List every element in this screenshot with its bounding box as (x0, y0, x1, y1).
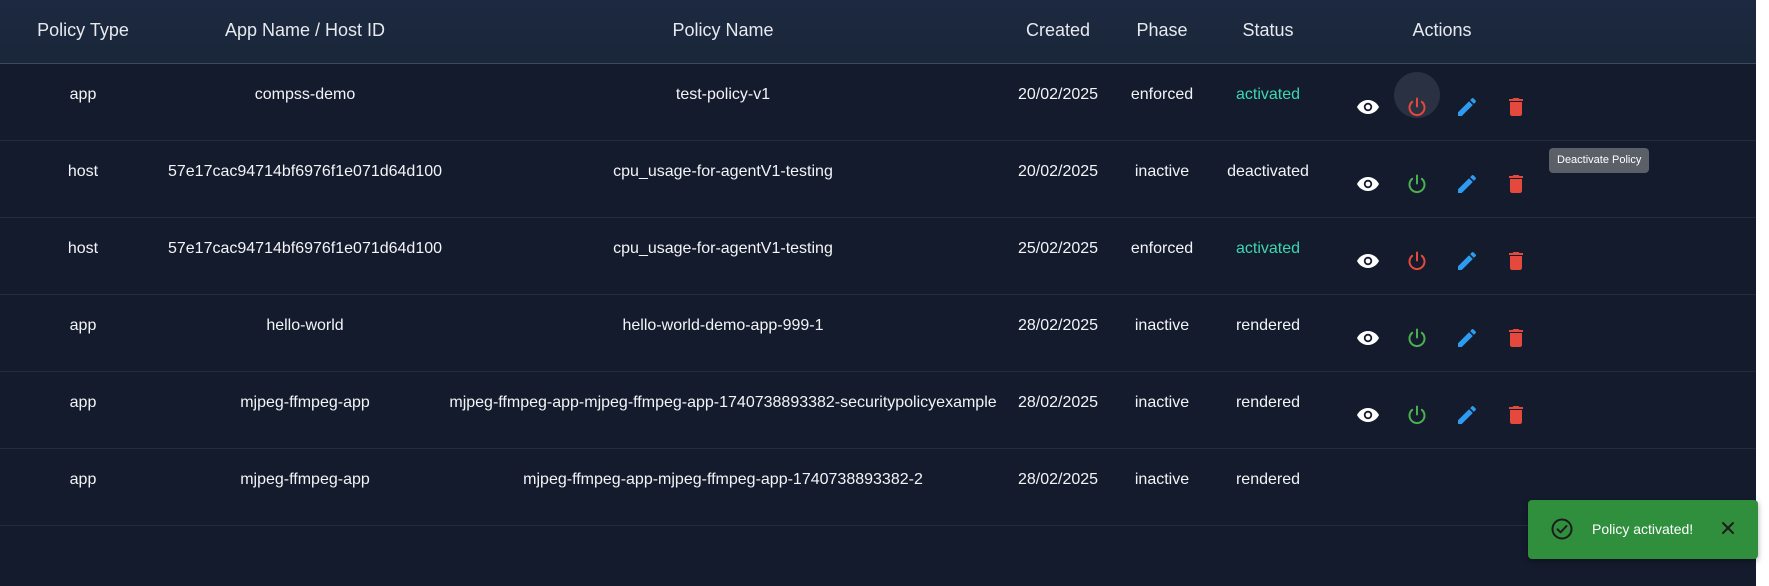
cell-created: 20/02/2025 (1017, 163, 1099, 180)
cell-app-name-host-id: 57e17cac94714bf6976f1e071d64d100 (167, 163, 443, 180)
cell-policy-name: test-policy-v1 (675, 86, 771, 103)
cell-phase: inactive (1134, 394, 1190, 411)
pencil-icon[interactable] (1455, 172, 1479, 196)
cell-status: activated (1235, 240, 1301, 257)
check-circle-icon (1550, 517, 1574, 546)
column-header-phase[interactable]: Phase (1136, 20, 1187, 41)
trash-icon[interactable] (1504, 326, 1528, 350)
cell-policy-type: host (67, 163, 99, 180)
cell-policy-type: app (69, 471, 97, 488)
eye-icon[interactable] (1356, 172, 1380, 196)
cell-phase: enforced (1130, 240, 1194, 257)
cell-phase: inactive (1134, 163, 1190, 180)
pencil-icon[interactable] (1455, 95, 1479, 119)
cell-phase: enforced (1130, 86, 1194, 103)
column-header-policy-type[interactable]: Policy Type (37, 20, 129, 41)
pencil-icon[interactable] (1455, 326, 1479, 350)
cell-status: rendered (1235, 394, 1301, 411)
cell-policy-name: hello-world-demo-app-999-1 (622, 317, 824, 334)
table-row: host 57e17cac94714bf6976f1e071d64d100 cpu_… (0, 218, 1756, 295)
cell-policy-name: mjpeg-ffmpeg-app-mjpeg-ffmpeg-app-174073… (523, 471, 923, 488)
table-row: app hello-world hello-world-demo-app-999-1… (0, 295, 1756, 372)
eye-icon[interactable] (1356, 403, 1380, 427)
cell-created: 28/02/2025 (1017, 317, 1099, 334)
toast-message: Policy activated! (1592, 521, 1694, 537)
cell-phase: inactive (1134, 471, 1190, 488)
cell-app-name-host-id: 57e17cac94714bf6976f1e071d64d100 (167, 240, 443, 257)
table-row: host 57e17cac94714bf6976f1e071d64d100 cpu_… (0, 141, 1756, 218)
cell-app-name-host-id: mjpeg-ffmpeg-app (240, 471, 370, 488)
cell-app-name-host-id: hello-world (266, 317, 344, 334)
close-icon[interactable] (1720, 520, 1736, 541)
cell-policy-name: mjpeg-ffmpeg-app-mjpeg-ffmpeg-app-174073… (449, 394, 997, 411)
table-row: app mjpeg-ffmpeg-app mjpeg-ffmpeg-app-mjpe… (0, 449, 1756, 526)
cell-status: deactivated (1227, 163, 1309, 180)
pencil-icon[interactable] (1455, 249, 1479, 273)
cell-created: 25/02/2025 (1017, 240, 1099, 257)
cell-phase: inactive (1134, 317, 1190, 334)
scrollbar-track[interactable] (1756, 0, 1769, 586)
cell-policy-type: app (69, 86, 97, 103)
cell-created: 20/02/2025 (1017, 86, 1099, 103)
trash-icon[interactable] (1504, 95, 1528, 119)
eye-icon[interactable] (1356, 95, 1380, 119)
cell-policy-type: app (69, 317, 97, 334)
power-icon[interactable] (1405, 95, 1429, 119)
column-header-created[interactable]: Created (1026, 20, 1090, 41)
table-header: Policy Type App Name / Host ID Policy Na… (0, 0, 1756, 64)
power-icon[interactable] (1405, 249, 1429, 273)
cell-policy-type: host (67, 240, 99, 257)
trash-icon[interactable] (1504, 403, 1528, 427)
cell-policy-type: app (69, 394, 97, 411)
power-icon[interactable] (1405, 172, 1429, 196)
cell-status: rendered (1235, 317, 1301, 334)
cell-status: rendered (1235, 471, 1301, 488)
cell-policy-name: cpu_usage-for-agentV1-testing (613, 163, 833, 180)
cell-status: activated (1235, 86, 1301, 103)
trash-icon[interactable] (1504, 249, 1528, 273)
power-icon[interactable] (1405, 326, 1429, 350)
pencil-icon[interactable] (1455, 403, 1479, 427)
power-icon[interactable] (1405, 403, 1429, 427)
eye-icon[interactable] (1356, 326, 1380, 350)
column-header-app-name-host-id[interactable]: App Name / Host ID (225, 20, 385, 41)
success-toast: Policy activated! (1528, 500, 1758, 559)
cell-app-name-host-id: mjpeg-ffmpeg-app (240, 394, 370, 411)
column-header-policy-name[interactable]: Policy Name (672, 20, 773, 41)
cell-created: 28/02/2025 (1017, 394, 1099, 411)
table-row: app compss-demo test-policy-v1 20/02/2025 en… (0, 64, 1756, 141)
policies-page: Policy Type App Name / Host ID Policy Na… (0, 0, 1769, 586)
deactivate-policy-tooltip: Deactivate Policy (1549, 148, 1650, 173)
cell-app-name-host-id: compss-demo (254, 86, 356, 103)
table-row: app mjpeg-ffmpeg-app mjpeg-ffmpeg-app-mjpe… (0, 372, 1756, 449)
column-header-actions: Actions (1412, 20, 1472, 40)
cell-policy-name: cpu_usage-for-agentV1-testing (613, 240, 833, 257)
trash-icon[interactable] (1504, 172, 1528, 196)
policies-table: Policy Type App Name / Host ID Policy Na… (0, 0, 1756, 586)
column-header-status[interactable]: Status (1242, 20, 1293, 41)
eye-icon[interactable] (1356, 249, 1380, 273)
cell-created: 28/02/2025 (1017, 471, 1099, 488)
